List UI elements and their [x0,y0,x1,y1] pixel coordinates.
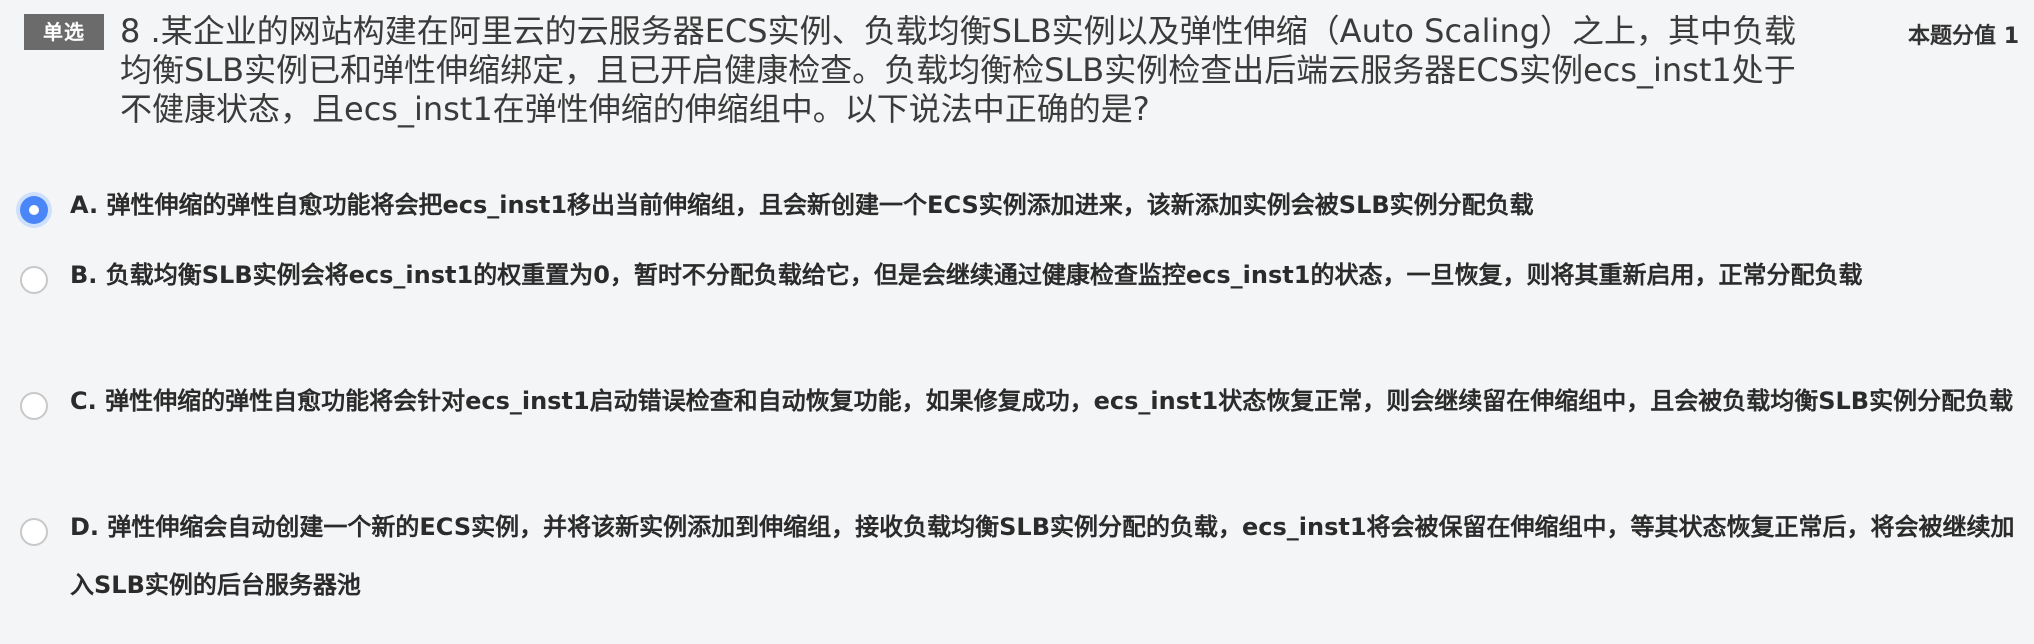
option-d[interactable]: D. 弹性伸缩会自动创建一个新的ECS实例，并将该新实例添加到伸缩组，接收负载均… [18,504,2018,630]
answer-options: A. 弹性伸缩的弹性自愈功能将会把ecs_inst1移出当前伸缩组，且会新创建一… [18,182,2018,630]
question-text: 8 .某企业的网站构建在阿里云的云服务器ECS实例、负载均衡SLB实例以及弹性伸… [120,12,1797,128]
question-score-label: 本题分值 1 [1908,24,2019,49]
option-b-label[interactable]: B. 负载均衡SLB实例会将ecs_inst1的权重置为0，暂时不分配负载给它，… [70,246,2015,304]
radio-unselected-icon[interactable] [20,266,48,294]
option-a[interactable]: A. 弹性伸缩的弹性自愈功能将会把ecs_inst1移出当前伸缩组，且会新创建一… [18,182,2018,252]
question-type-badge: 单选 [24,14,104,50]
radio-unselected-icon[interactable] [20,392,48,420]
radio-selected-icon[interactable] [20,196,48,224]
option-a-label[interactable]: A. 弹性伸缩的弹性自愈功能将会把ecs_inst1移出当前伸缩组，且会新创建一… [70,176,2015,234]
option-b[interactable]: B. 负载均衡SLB实例会将ecs_inst1的权重置为0，暂时不分配负载给它，… [18,252,2018,378]
option-c-label[interactable]: C. 弹性伸缩的弹性自愈功能将会针对ecs_inst1启动错误检查和自动恢复功能… [70,372,2015,430]
option-c[interactable]: C. 弹性伸缩的弹性自愈功能将会针对ecs_inst1启动错误检查和自动恢复功能… [18,378,2018,504]
question-header: 单选 8 .某企业的网站构建在阿里云的云服务器ECS实例、负载均衡SLB实例以及… [24,12,2019,132]
option-d-label[interactable]: D. 弹性伸缩会自动创建一个新的ECS实例，并将该新实例添加到伸缩组，接收负载均… [70,498,2015,614]
radio-unselected-icon[interactable] [20,518,48,546]
